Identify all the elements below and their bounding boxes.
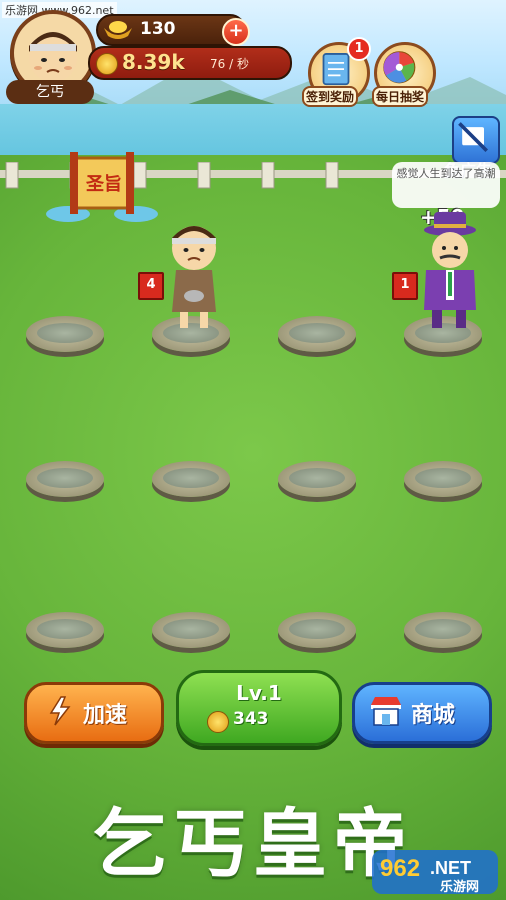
stone-slot[interactable] <box>26 310 104 354</box>
merchant-character[interactable] <box>408 210 488 334</box>
stone-slot[interactable] <box>152 455 230 499</box>
gold-value: 130 <box>140 19 176 39</box>
coin-icon <box>96 53 118 75</box>
coin-icon <box>207 711 229 733</box>
stone-slot[interactable] <box>278 310 356 354</box>
speed-up-button[interactable]: 加速 <box>24 682 164 744</box>
stone-slot[interactable] <box>26 606 104 650</box>
level-label: Lv.1 <box>236 681 282 705</box>
stone-slot[interactable] <box>278 455 356 499</box>
signin-label: 签到奖励 <box>302 86 359 107</box>
no-ad-icon <box>458 122 489 153</box>
shop-button[interactable]: 商城 <box>352 682 492 744</box>
speed-up-label: 加速 <box>83 703 128 728</box>
level-up-button[interactable]: Lv.1 343 <box>176 670 342 746</box>
edict-label: 圣旨 <box>86 174 122 195</box>
add-gold-button[interactable]: + <box>222 18 250 46</box>
stone-slot[interactable] <box>278 606 356 650</box>
coin-value: 8.39k <box>122 50 185 74</box>
stone-slot[interactable] <box>404 606 482 650</box>
coin-counter: 8.39k 76 / 秒 <box>88 46 292 80</box>
speech-bubble: 感觉人生到达了高潮 <box>392 162 500 208</box>
shop-label: 商城 <box>411 703 456 728</box>
coin-rate: 76 / 秒 <box>210 57 249 71</box>
game-scene <box>0 0 506 900</box>
site-logo-name: 乐游网 <box>440 880 480 895</box>
logo-net: .NET <box>430 858 471 878</box>
daily-lottery-label: 每日抽奖 <box>372 86 429 107</box>
stone-slot[interactable] <box>26 455 104 499</box>
site-logo: 962 .NET <box>372 850 498 894</box>
shop-stall-icon <box>371 697 401 726</box>
gold-ingot-icon <box>104 21 132 39</box>
stone-slot[interactable] <box>404 455 482 499</box>
edict-scroll[interactable]: 圣旨 <box>44 148 160 230</box>
logo-number: 962 <box>380 855 420 882</box>
player-avatar-card[interactable]: 乞丐 <box>6 10 96 104</box>
signin-badge: 1 <box>347 37 371 61</box>
beggar-character[interactable] <box>156 218 232 336</box>
lightning-icon <box>49 696 71 726</box>
gold-counter: 130 + <box>96 14 250 46</box>
stone-slot[interactable] <box>152 606 230 650</box>
player-name: 乞丐 <box>6 80 94 104</box>
level-cost: 343 <box>233 709 269 729</box>
